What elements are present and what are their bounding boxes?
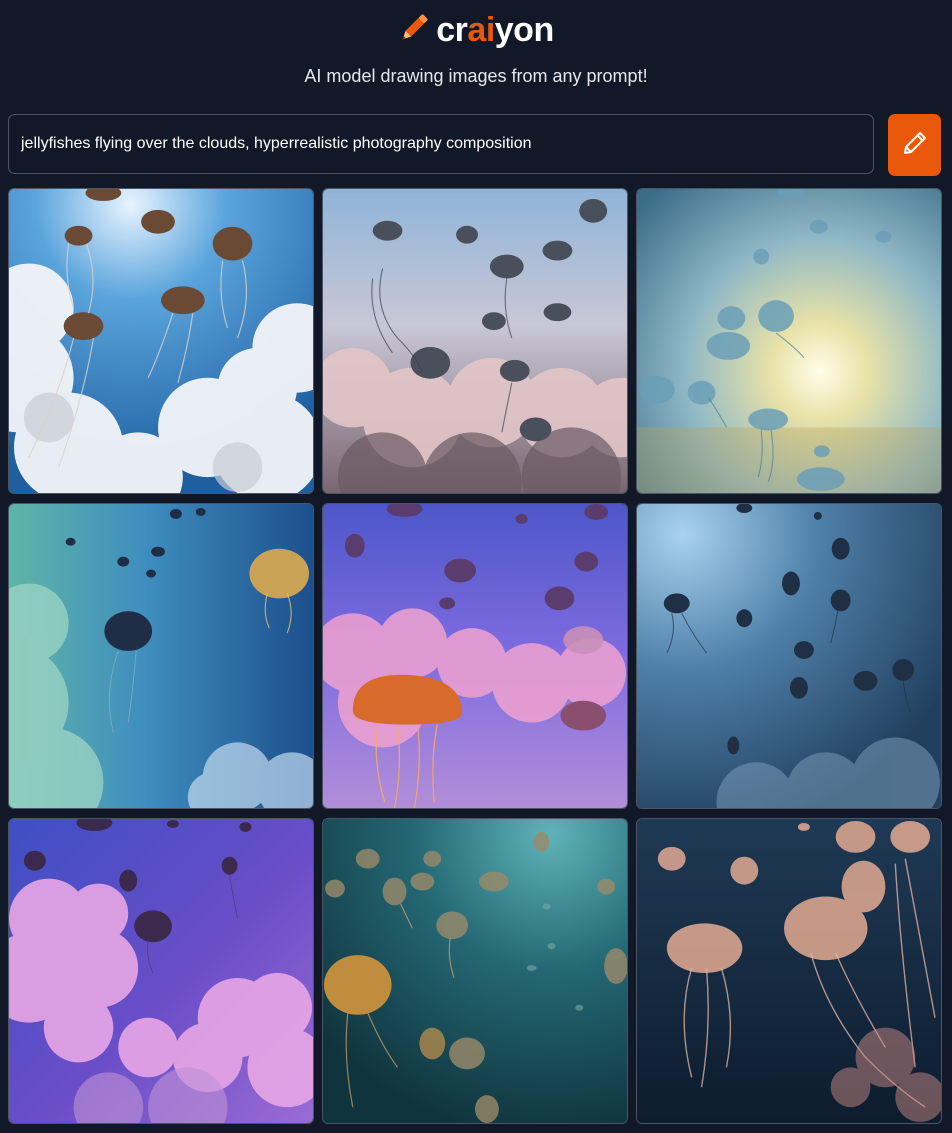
jellyfish-dusk-clouds-image — [323, 189, 627, 493]
result-image[interactable] — [8, 188, 314, 494]
prompt-text[interactable]: jellyfishes flying over the clouds, hype… — [21, 134, 861, 154]
result-image[interactable] — [322, 818, 628, 1124]
pencil-icon — [901, 129, 929, 162]
pencil-logo-icon — [396, 10, 432, 51]
jellyfish-sun-glare-image — [637, 189, 941, 493]
result-image[interactable] — [8, 818, 314, 1124]
results-grid — [8, 188, 942, 1124]
logo-text: craiyon — [436, 11, 554, 49]
result-image[interactable] — [636, 503, 942, 809]
result-image[interactable] — [322, 188, 628, 494]
jellyfish-blue-sky-image — [9, 189, 313, 493]
prompt-input[interactable]: jellyfishes flying over the clouds, hype… — [8, 114, 874, 174]
result-image[interactable] — [8, 503, 314, 809]
jellyfish-navy-water-image — [637, 819, 941, 1123]
jellyfish-purple-sky-image — [323, 504, 627, 808]
jellyfish-steel-sky-image — [637, 504, 941, 808]
tagline: AI model drawing images from any prompt! — [304, 66, 648, 86]
result-image[interactable] — [322, 503, 628, 809]
draw-button[interactable] — [888, 114, 941, 176]
jellyfish-teal-water-image — [323, 819, 627, 1123]
jellyfish-teal-haze-image — [9, 504, 313, 808]
result-image[interactable] — [636, 818, 942, 1124]
result-image[interactable] — [636, 188, 942, 494]
logo[interactable]: craiyon — [0, 8, 952, 52]
jellyfish-violet-sky-image — [9, 819, 313, 1123]
